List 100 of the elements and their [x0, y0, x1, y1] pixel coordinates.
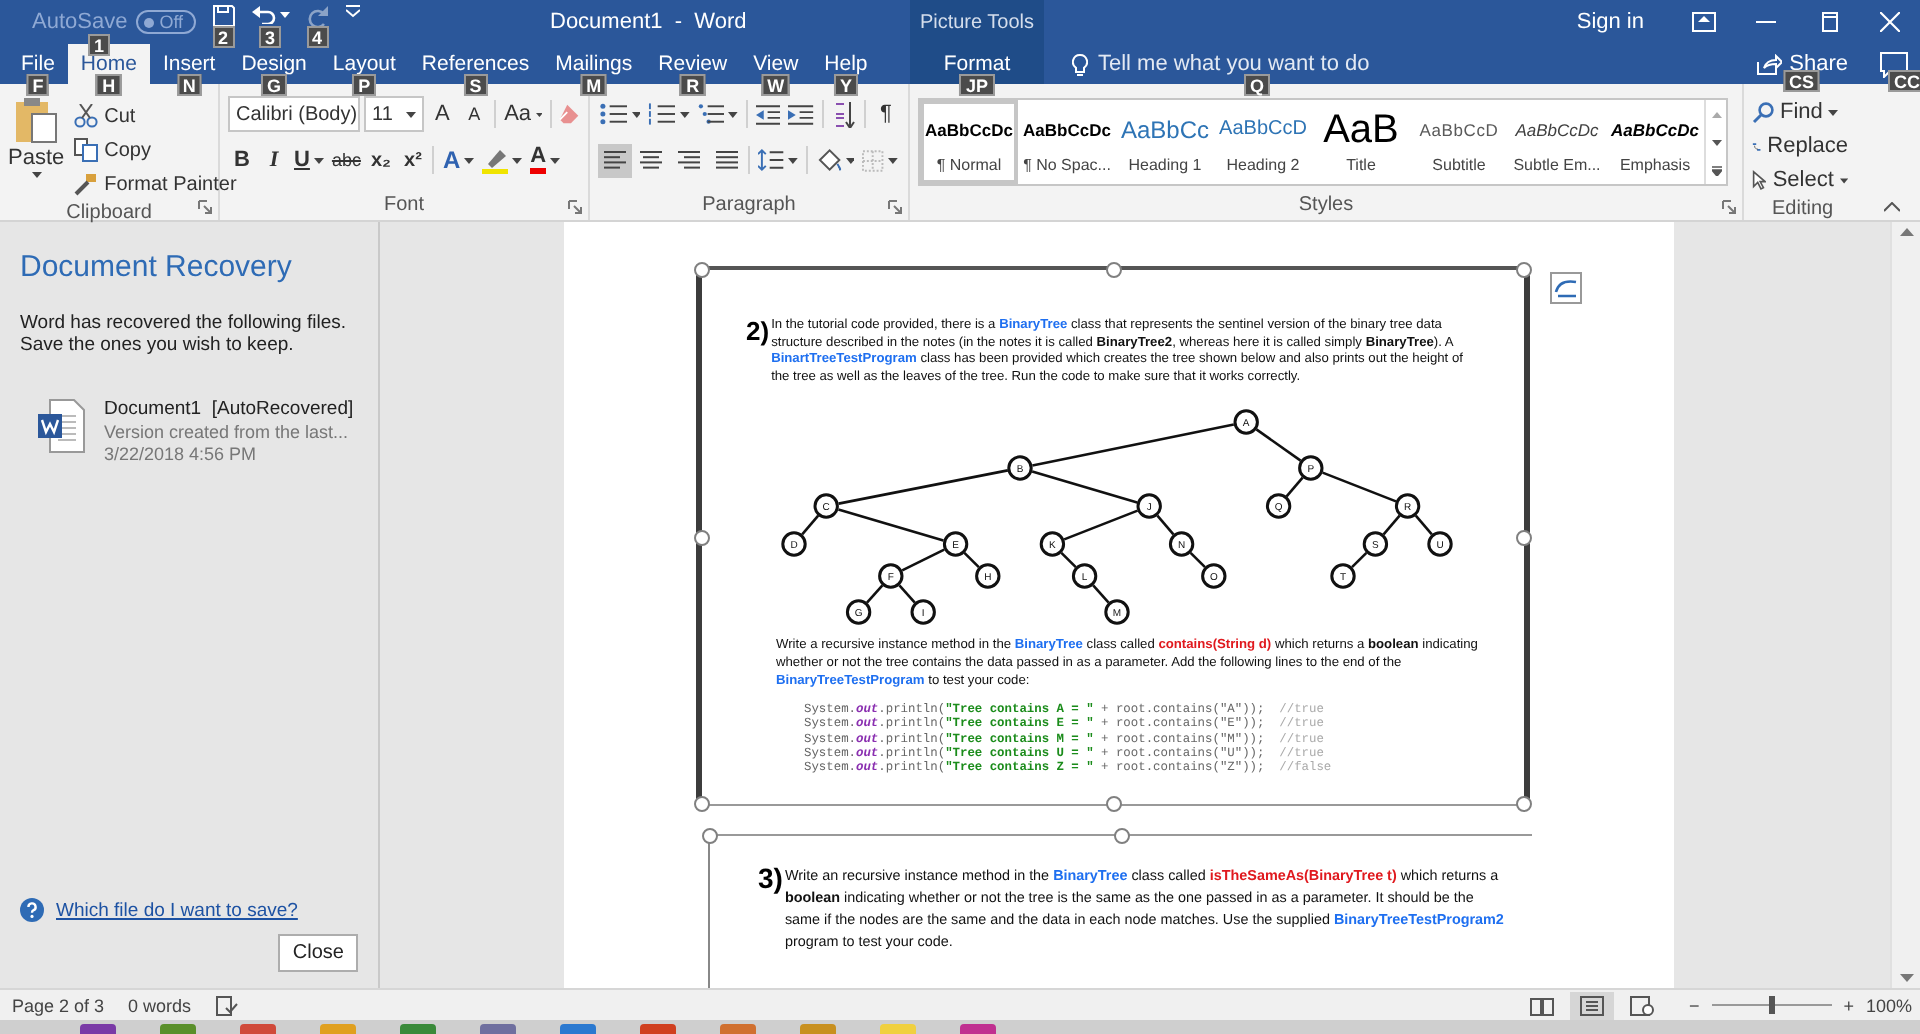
- tree-edge: [1382, 515, 1401, 536]
- keytip-badge: M: [580, 74, 608, 96]
- shrink-font-button[interactable]: A: [460, 96, 489, 132]
- layout-options-icon[interactable]: [1550, 272, 1582, 304]
- format-button[interactable]: U: [292, 142, 326, 178]
- close-button[interactable]: Close: [278, 934, 358, 973]
- restore-icon[interactable]: [1817, 12, 1837, 32]
- save-button[interactable]: [211, 4, 236, 28]
- show-marks-button[interactable]: ¶: [872, 96, 900, 132]
- clear-formatting-icon: [557, 102, 580, 126]
- style-item[interactable]: AaBbCcDc ¶ Normal: [920, 100, 1018, 184]
- collapse-ribbon-icon[interactable]: [1884, 202, 1900, 212]
- scroll-up-icon[interactable]: [1899, 228, 1913, 236]
- resize-handle[interactable]: [1516, 529, 1532, 545]
- word-count[interactable]: 0 words: [128, 995, 192, 1016]
- paste-button[interactable]: Paste: [8, 92, 65, 200]
- resize-handle[interactable]: [694, 262, 710, 278]
- view-button[interactable]: [1570, 991, 1615, 1020]
- minimize-icon[interactable]: [1755, 20, 1775, 24]
- dialog-launcher-icon[interactable]: [1722, 200, 1736, 214]
- scroll-down-icon[interactable]: [1899, 974, 1913, 983]
- paintbrush-icon: [74, 172, 99, 196]
- close-icon[interactable]: [1879, 12, 1899, 32]
- lightbulb-icon: [1072, 53, 1088, 75]
- keytip-badge: 3: [259, 26, 282, 48]
- context-group-label: Picture Tools: [919, 11, 1035, 33]
- resize-handle[interactable]: [694, 529, 710, 545]
- style-item[interactable]: AaBbCc Heading 1: [1116, 100, 1214, 184]
- resize-handle[interactable]: [1516, 796, 1532, 812]
- zoom-slider-thumb[interactable]: [1768, 996, 1775, 1015]
- font-name-field[interactable]: Calibri (Body): [228, 96, 360, 132]
- zoom-level[interactable]: 100%: [1865, 995, 1912, 1016]
- sort-button[interactable]: [830, 96, 859, 132]
- comments-icon[interactable]: [1880, 51, 1908, 77]
- sort-icon: [832, 101, 857, 127]
- share-button[interactable]: Share: [1755, 52, 1848, 76]
- pane-title: Document Recovery: [20, 250, 294, 284]
- format-button[interactable]: x²: [398, 142, 427, 178]
- keytip-badge: R: [680, 74, 706, 96]
- find-button[interactable]: Find: [1752, 96, 1848, 128]
- style-item[interactable]: AaBbCcD Subtitle: [1410, 100, 1508, 184]
- style-item[interactable]: AaBbCcDc ¶ No Spac...: [1018, 100, 1116, 184]
- keytip-badge: N: [176, 74, 202, 96]
- style-item[interactable]: AaBbCcDc Subtle Em...: [1508, 100, 1606, 184]
- caret-icon: [512, 157, 523, 163]
- align-justify-icon: [715, 150, 738, 170]
- tree-edge: [1322, 472, 1397, 504]
- replace-button[interactable]: Replace: [1752, 130, 1848, 162]
- caret-icon: [550, 157, 561, 163]
- print-layout-icon: [1580, 995, 1605, 1016]
- caret-icon: [406, 111, 417, 117]
- keytip-badge: Q: [1244, 74, 1271, 96]
- keytip-badge: H: [96, 74, 122, 96]
- scroll-up-icon: [1711, 111, 1721, 117]
- style-item[interactable]: AaBbCcDc Emphasis: [1606, 100, 1704, 184]
- keytip-badge: CS: [1783, 70, 1821, 92]
- font-color-button[interactable]: A: [528, 142, 563, 178]
- help-link[interactable]: Which file do I want to save?: [56, 899, 298, 922]
- page-count[interactable]: Page 2 of 3: [12, 995, 105, 1016]
- tree-edge: [963, 552, 980, 569]
- tree-edge: [801, 515, 820, 536]
- tree-edge: [1414, 515, 1433, 536]
- font-size-field[interactable]: 11: [364, 96, 425, 132]
- style-item[interactable]: AaBbCcD Heading 2: [1214, 100, 1312, 184]
- read-mode-icon: [1530, 995, 1555, 1016]
- scroll-down-icon: [1711, 139, 1721, 145]
- cut-button[interactable]: Cut: [74, 100, 136, 132]
- grow-font-button[interactable]: A: [428, 96, 457, 132]
- sign-in-link[interactable]: Sign in: [1548, 10, 1672, 34]
- resize-handle[interactable]: [1516, 262, 1532, 278]
- tree-edge: [1156, 515, 1175, 536]
- scrollbar[interactable]: [1890, 222, 1920, 989]
- select-button[interactable]: Select: [1752, 164, 1848, 196]
- bullets-icon: [600, 102, 627, 126]
- tree-edge: [1285, 477, 1304, 498]
- dialog-launcher-icon[interactable]: [568, 200, 582, 214]
- change-case-button[interactable]: Aa: [502, 96, 544, 132]
- ribbon-display-options-icon[interactable]: [1691, 12, 1715, 32]
- align-button[interactable]: [598, 143, 632, 177]
- format-button[interactable]: I: [260, 142, 288, 178]
- group-label: Clipboard: [64, 200, 154, 226]
- format-button[interactable]: abc: [329, 142, 363, 178]
- dialog-launcher-icon[interactable]: [198, 200, 212, 214]
- dialog-launcher-icon[interactable]: [888, 200, 902, 214]
- caret-icon: [1839, 177, 1848, 183]
- format-button[interactable]: x₂: [366, 142, 395, 178]
- undo-button[interactable]: [251, 4, 290, 24]
- proofing-icon[interactable]: [215, 995, 238, 1016]
- zoom-in-button[interactable]: +: [1843, 995, 1854, 1016]
- resize-handle[interactable]: [1105, 262, 1121, 278]
- copy-button[interactable]: Copy: [74, 134, 151, 166]
- recovered-file-item[interactable]: Document1 [AutoRecovered] Version created from the last... 3/22/2018 4:56 PM: [20, 398, 358, 467]
- text-effects-button[interactable]: A: [440, 142, 477, 178]
- tree-edge: [1063, 510, 1139, 542]
- style-item[interactable]: AaB Title: [1312, 100, 1410, 184]
- zoom-out-button[interactable]: −: [1688, 995, 1700, 1016]
- caret-icon: [679, 111, 690, 117]
- customize-toolbar-icon[interactable]: [345, 4, 360, 18]
- undo-icon: [251, 4, 276, 24]
- caret-icon: [845, 157, 855, 163]
